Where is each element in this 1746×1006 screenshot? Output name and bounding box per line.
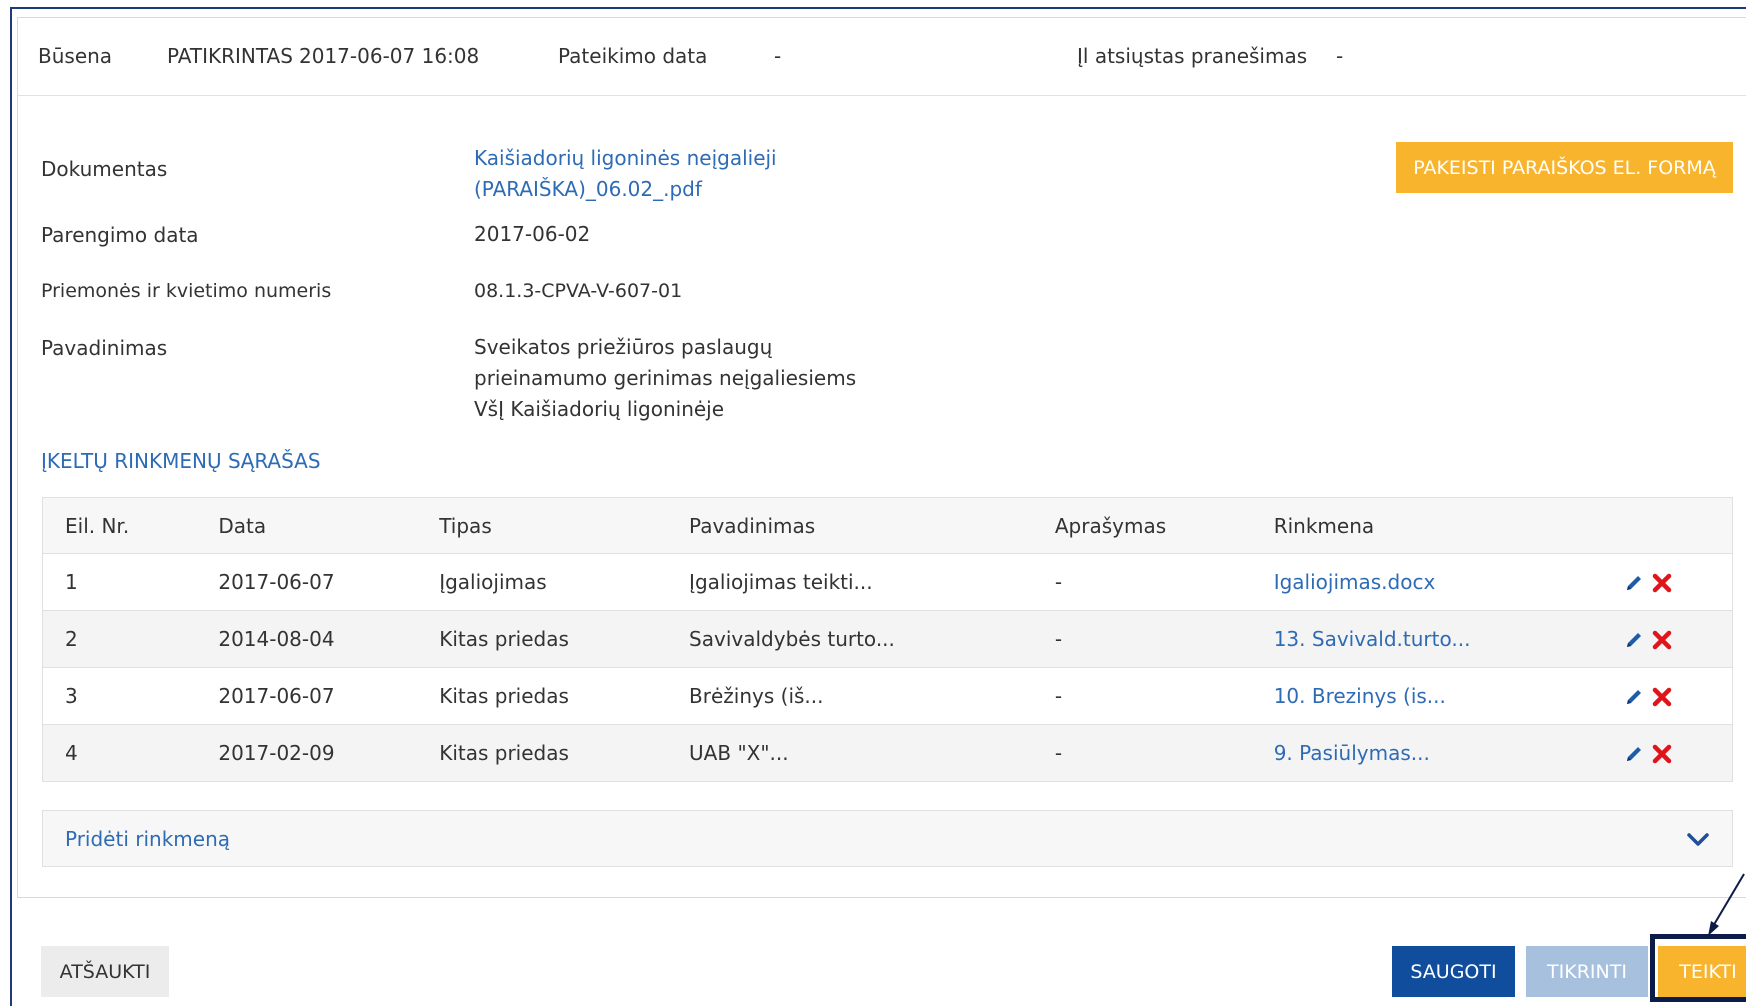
cell-type: Kitas priedas (439, 724, 690, 782)
change-form-button[interactable]: PAKEISTI PARAIŠKOS EL. FORMĄ (1396, 142, 1733, 193)
name-line1: Sveikatos priežiūros paslaugų (474, 335, 773, 359)
submit-date-value: - (774, 44, 782, 68)
save-button[interactable]: SAUGOTI (1392, 946, 1515, 997)
delete-x-icon[interactable] (1651, 629, 1673, 651)
cell-file-link[interactable]: Igaliojimas.docx (1273, 553, 1623, 611)
files-section-title: ĮKELTŲ RINKMENŲ SĄRAŠAS (41, 449, 321, 473)
cell-nr: 1 (42, 553, 219, 611)
cell-description: - (1054, 667, 1274, 725)
submit-button[interactable]: TEIKTI (1658, 946, 1746, 997)
cell-nr: 3 (42, 667, 219, 725)
files-table: Eil. Nr. Data Tipas Pavadinimas Aprašyma… (42, 497, 1733, 782)
cell-name: UAB "X"... (689, 724, 1055, 782)
document-link[interactable]: Kaišiadorių ligoninės neįgalieji (PARAIŠ… (474, 143, 777, 205)
cell-type: Kitas priedas (439, 667, 690, 725)
cell-actions (1622, 667, 1733, 725)
table-row: 4 2017-02-09 Kitas priedas UAB "X"... - … (42, 724, 1733, 782)
notification-label: Įl atsiųstas pranešimas (1077, 44, 1308, 68)
delete-x-icon[interactable] (1651, 686, 1673, 708)
call-number-value: 08.1.3-CPVA-V-607-01 (474, 280, 683, 302)
col-header-type: Tipas (439, 497, 690, 554)
cell-name: Brėžinys (iš... (689, 667, 1055, 725)
table-row: 2 2014-08-04 Kitas priedas Savivaldybės … (42, 610, 1733, 668)
col-header-file: Rinkmena (1273, 497, 1623, 554)
cell-type: Kitas priedas (439, 610, 690, 668)
cell-file-link[interactable]: 10. Brezinys (is... (1273, 667, 1623, 725)
name-label: Pavadinimas (41, 336, 168, 360)
cell-date: 2017-02-09 (218, 724, 440, 782)
cell-name: Savivaldybės turto... (689, 610, 1055, 668)
chevron-down-icon[interactable] (1686, 829, 1710, 849)
prep-date-value: 2017-06-02 (474, 222, 591, 246)
prep-date-label: Parengimo data (41, 223, 199, 247)
status-label: Būsena (38, 44, 113, 68)
cell-date: 2014-08-04 (218, 610, 440, 668)
name-line2: prieinamumo gerinimas neįgaliesiems (474, 366, 857, 390)
cell-file-link[interactable]: 9. Pasiūlymas... (1273, 724, 1623, 782)
cell-name: Įgaliojimas teikti... (689, 553, 1055, 611)
cell-description: - (1054, 553, 1274, 611)
table-row: 1 2017-06-07 Įgaliojimas Įgaliojimas tei… (42, 553, 1733, 611)
document-link-line2[interactable]: (PARAIŠKA)_06.02_.pdf (474, 174, 777, 205)
document-label: Dokumentas (41, 157, 168, 181)
cell-actions (1622, 610, 1733, 668)
table-row: 3 2017-06-07 Kitas priedas Brėžinys (iš.… (42, 667, 1733, 725)
submit-date-label: Pateikimo data (558, 44, 708, 68)
cell-actions (1622, 553, 1733, 611)
cell-description: - (1054, 610, 1274, 668)
cell-actions (1622, 724, 1733, 782)
pencil-icon[interactable] (1623, 686, 1645, 708)
add-file-label[interactable]: Pridėti rinkmeną (65, 827, 230, 851)
delete-x-icon[interactable] (1651, 572, 1673, 594)
document-link-line1[interactable]: Kaišiadorių ligoninės neįgalieji (474, 143, 777, 174)
pencil-icon[interactable] (1623, 572, 1645, 594)
name-line3: VšĮ Kaišiadorių ligoninėje (474, 397, 725, 421)
files-table-header: Eil. Nr. Data Tipas Pavadinimas Aprašyma… (42, 497, 1733, 554)
cell-type: Įgaliojimas (439, 553, 690, 611)
call-number-label: Priemonės ir kvietimo numeris (41, 280, 332, 302)
col-header-actions (1622, 497, 1733, 554)
check-button[interactable]: TIKRINTI (1526, 946, 1648, 997)
col-header-name: Pavadinimas (689, 497, 1055, 554)
status-row: Būsena PATIKRINTAS 2017-06-07 16:08 Pate… (18, 18, 1746, 96)
name-value: Sveikatos priežiūros paslaugų prieinamum… (474, 332, 856, 425)
cell-file-link[interactable]: 13. Savivald.turto... (1273, 610, 1623, 668)
cancel-button[interactable]: ATŠAUKTI (41, 946, 169, 997)
cell-nr: 2 (42, 610, 219, 668)
cell-nr: 4 (42, 724, 219, 782)
cell-date: 2017-06-07 (218, 553, 440, 611)
cell-date: 2017-06-07 (218, 667, 440, 725)
status-value: PATIKRINTAS (167, 44, 293, 68)
delete-x-icon[interactable] (1651, 743, 1673, 765)
pencil-icon[interactable] (1623, 629, 1645, 651)
notification-value: - (1336, 44, 1344, 68)
cell-description: - (1054, 724, 1274, 782)
col-header-date: Data (218, 497, 440, 554)
status-time: 2017-06-07 16:08 (299, 44, 480, 68)
add-file-panel[interactable]: Pridėti rinkmeną (42, 810, 1733, 867)
col-header-description: Aprašymas (1054, 497, 1274, 554)
pencil-icon[interactable] (1623, 743, 1645, 765)
col-header-nr: Eil. Nr. (42, 497, 219, 554)
